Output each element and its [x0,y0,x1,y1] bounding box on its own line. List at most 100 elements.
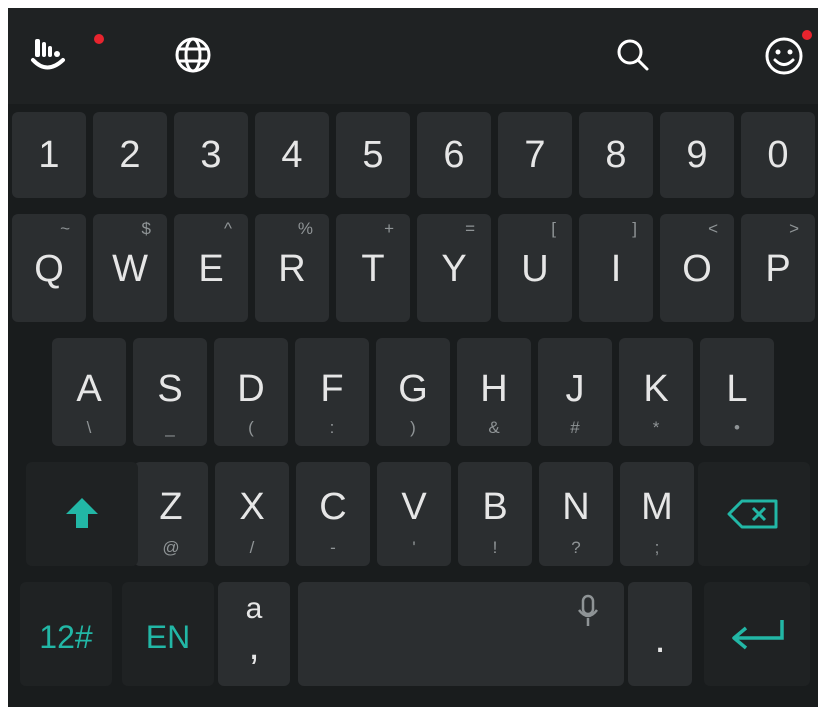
logo-notification-dot [94,34,104,44]
key-6[interactable]: 6 [417,112,491,198]
key-j[interactable]: J # [538,338,612,446]
key-3[interactable]: 3 [174,112,248,198]
key-alt-label: ^ [224,219,232,238]
key-alt-label: # [570,418,580,437]
language-button[interactable] [166,28,220,82]
key-1[interactable]: 1 [12,112,86,198]
key-m[interactable]: M; [620,462,694,566]
key-alt-label: ! [492,538,498,557]
key-i[interactable]: I] [579,214,653,322]
key-q[interactable]: Q ~ [12,214,86,322]
symbols-key[interactable]: 12# [20,582,112,686]
key-8[interactable]: 8 [579,112,653,198]
key-label: L [726,368,748,410]
key-b[interactable]: B! [458,462,532,566]
shift-key[interactable] [26,462,138,566]
key-label: 4 [281,134,303,176]
key-h[interactable]: H & [457,338,531,446]
shift-arrow-icon [66,498,98,528]
backspace-key[interactable] [698,462,810,566]
touchpal-logo-icon [31,39,65,70]
key-label: Q [34,248,64,290]
key-5[interactable]: 5 [336,112,410,198]
key-n[interactable]: N? [539,462,613,566]
key-alt-label: ( [248,418,254,437]
enter-key[interactable] [704,582,810,686]
key-label: C [319,486,347,528]
period-key[interactable]: . [628,582,692,686]
key-label: S [157,368,183,410]
key-v[interactable]: V ' [377,462,451,566]
key-z[interactable]: Z @ [134,462,208,566]
key-e[interactable]: E ^ [174,214,248,322]
key-a[interactable]: A \ [52,338,126,446]
key-7[interactable]: 7 [498,112,572,198]
key-alt-label: > [789,219,799,238]
key-f[interactable]: F: [295,338,369,446]
autocorrect-label: a [245,592,263,625]
search-button[interactable] [606,28,660,82]
globe-icon [175,37,211,73]
key-k[interactable]: K * [619,338,693,446]
period-label: . [654,617,666,661]
enter-arrow-icon [732,620,784,650]
key-label: 6 [443,134,465,176]
key-label: Z [159,486,183,528]
backspace-icon [727,499,778,529]
key-alt-label: * [652,418,660,437]
key-label: A [76,368,102,410]
key-l[interactable]: L • [700,338,774,446]
key-alt-label: @ [162,538,180,557]
key-y[interactable]: Y = [417,214,491,322]
touchpal-logo-button[interactable] [22,28,104,82]
comma-label: , [248,624,260,668]
language-label: EN [145,619,191,655]
key-w[interactable]: W $ [93,214,167,322]
key-label: B [482,486,508,528]
key-0[interactable]: 0 [741,112,815,198]
key-o[interactable]: O < [660,214,734,322]
key-t[interactable]: T + [336,214,410,322]
key-2[interactable]: 2 [93,112,167,198]
key-alt-label: ] [632,219,637,238]
key-g[interactable]: G) [376,338,450,446]
language-key[interactable]: EN [122,582,214,686]
symbols-label: 12# [39,619,93,655]
key-u[interactable]: U[ [498,214,572,322]
key-label: V [401,486,427,528]
key-alt-label: [ [551,219,556,238]
key-label: 7 [524,134,546,176]
emoji-notification-dot [802,30,812,40]
autocorrect-comma-key[interactable]: a , [218,582,290,686]
key-alt-label: • [734,418,740,437]
key-9[interactable]: 9 [660,112,734,198]
key-alt-label: ~ [60,219,70,238]
key-label: X [239,486,265,528]
key-label: D [237,368,265,410]
key-label: 8 [605,134,627,176]
key-label: K [643,368,669,410]
key-p[interactable]: P > [741,214,815,322]
key-label: O [682,248,712,290]
microphone-icon [578,594,598,626]
key-label: J [565,368,585,410]
key-r[interactable]: R% [255,214,329,322]
key-alt-label: ) [410,418,416,437]
key-label: R [278,248,306,290]
key-c[interactable]: C- [296,462,370,566]
key-alt-label: ? [571,538,581,557]
key-label: Y [441,248,467,290]
key-x[interactable]: X / [215,462,289,566]
key-4[interactable]: 4 [255,112,329,198]
keyboard-toolbar [8,8,818,104]
key-label: 1 [38,134,60,176]
key-alt-label: - [330,538,336,557]
key-label: F [320,368,344,410]
emoji-button[interactable] [758,28,812,82]
key-label: I [610,248,622,290]
key-s[interactable]: S _ [133,338,207,446]
key-label: H [480,368,508,410]
keyboard: 1234567890 Q ~ W $ E ^ R% T + Y = U[I] O < P > A \ S _ D(F:… [8,8,818,707]
space-bar[interactable] [298,582,624,686]
key-d[interactable]: D( [214,338,288,446]
